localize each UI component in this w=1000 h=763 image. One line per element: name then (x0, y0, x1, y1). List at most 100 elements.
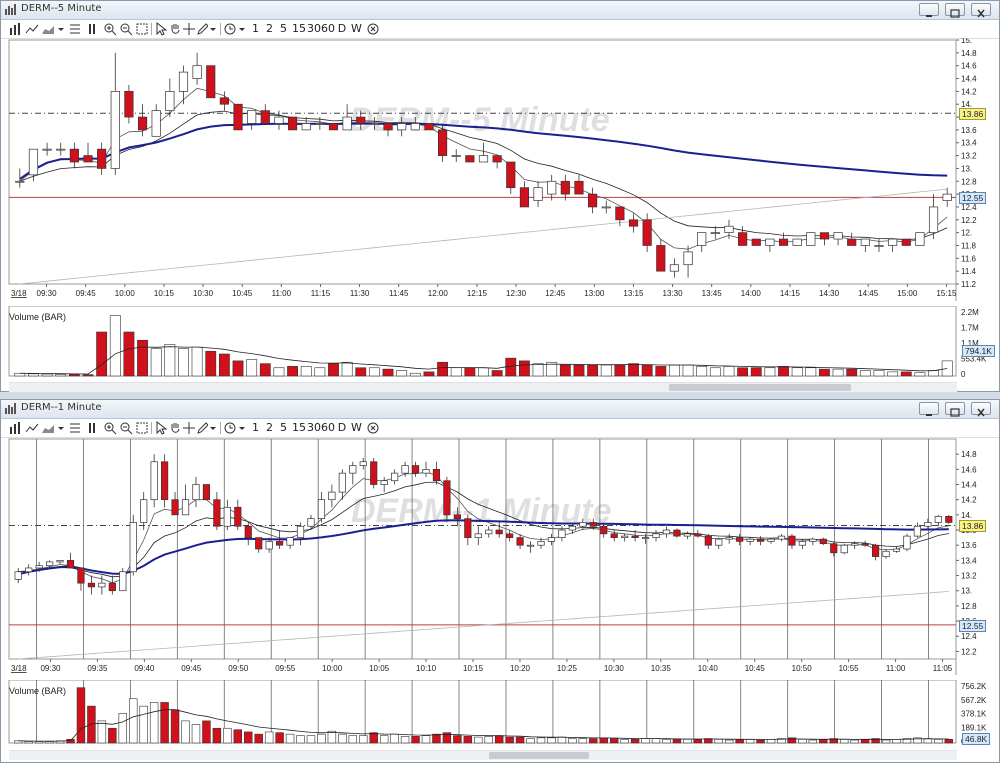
interval-daily[interactable]: D (337, 421, 347, 435)
candle-body (736, 537, 744, 542)
hand-icon[interactable] (169, 421, 181, 435)
dropdown-arrow-icon[interactable] (209, 421, 217, 435)
zoom-in-icon[interactable] (103, 22, 117, 36)
pencil-icon[interactable] (196, 22, 208, 36)
volume-bar (515, 736, 525, 744)
candle-body (792, 238, 802, 246)
volume-bar (609, 738, 619, 744)
volume-bar (518, 360, 530, 377)
candle-body (369, 123, 379, 125)
volume-bar (651, 738, 661, 744)
volume-bar (526, 738, 535, 744)
candle-body (443, 480, 451, 516)
indicators-icon[interactable] (68, 22, 82, 36)
candle-body (206, 65, 216, 99)
close-button[interactable] (971, 3, 991, 18)
interval-5[interactable]: 5 (279, 22, 288, 36)
interval-weekly[interactable]: W (351, 22, 362, 36)
interval-daily[interactable]: D (337, 22, 347, 36)
close-button[interactable] (971, 402, 991, 417)
price-tick-label: 14.2 (961, 87, 977, 96)
candle-body (788, 535, 796, 546)
volume-bar (205, 350, 217, 377)
volume-bar (900, 371, 912, 377)
interval-2[interactable]: 2 (265, 22, 274, 36)
time-tick-label: 14:45 (858, 289, 879, 298)
interval-30[interactable]: 30 (307, 421, 321, 435)
interval-30[interactable]: 30 (307, 22, 321, 36)
scrollbar-thumb[interactable] (669, 384, 851, 391)
cancel-icon[interactable] (367, 421, 380, 435)
fit-icon[interactable] (135, 421, 149, 435)
candle-body (756, 538, 765, 542)
candle-body (874, 245, 884, 247)
hand-icon[interactable] (169, 22, 181, 36)
time-tick-label: 15:00 (897, 289, 918, 298)
pencil-icon[interactable] (196, 421, 208, 435)
scrollbar-thumb[interactable] (489, 752, 589, 759)
volume-bar (34, 741, 44, 744)
candle-body (601, 206, 611, 209)
fit-icon[interactable] (135, 22, 149, 36)
indicators-icon[interactable] (68, 421, 82, 435)
pointer-icon[interactable] (155, 22, 167, 36)
maximize-button[interactable] (945, 3, 965, 18)
volume-pane[interactable]: 756.2K567.2K378.1K189.1K0 (1, 680, 999, 748)
bar-chart-icon[interactable] (9, 22, 23, 36)
interval-2[interactable]: 2 (265, 421, 274, 435)
time-tick-label: 13:45 (702, 289, 723, 298)
dropdown-arrow-icon[interactable] (238, 421, 246, 435)
area-chart-icon[interactable] (41, 22, 55, 36)
interval-1[interactable]: 1 (251, 22, 260, 36)
crosshair-icon[interactable] (183, 421, 195, 435)
candle-body (97, 148, 107, 169)
volume-pane[interactable]: 2.2M1.7M1.1M553.4K0 (1, 306, 999, 381)
candle-body (380, 480, 388, 485)
dropdown-arrow-icon[interactable] (238, 22, 246, 36)
zoom-out-icon[interactable] (119, 22, 133, 36)
line-chart-icon[interactable] (25, 421, 39, 435)
line-chart-icon[interactable] (25, 22, 39, 36)
candle-body (610, 533, 618, 538)
price-pane[interactable]: 14.814.614.414.214.13.813.613.413.213.12… (1, 437, 999, 675)
dropdown-arrow-icon[interactable] (209, 22, 217, 36)
pointer-icon[interactable] (155, 421, 167, 435)
interval-60[interactable]: 60 (321, 421, 335, 435)
volume-bar (599, 737, 608, 744)
window-titlebar[interactable]: DERM--1 Minute (1, 400, 999, 419)
zoom-in-icon[interactable] (103, 421, 117, 435)
area-chart-icon[interactable] (41, 421, 55, 435)
interval-15[interactable]: 15 (292, 421, 306, 435)
clock-icon[interactable] (224, 22, 237, 36)
volume-bar (41, 373, 53, 377)
horizontal-scrollbar[interactable] (9, 750, 957, 760)
interval-weekly[interactable]: W (351, 421, 362, 435)
pause-icon[interactable] (87, 421, 97, 435)
volume-bar (764, 367, 776, 377)
crosshair-icon[interactable] (183, 22, 195, 36)
dropdown-arrow-icon[interactable] (57, 421, 65, 435)
interval-60[interactable]: 60 (321, 22, 335, 36)
horizontal-scrollbar[interactable] (9, 382, 957, 392)
maximize-button[interactable] (945, 402, 965, 417)
candle-body (77, 567, 85, 584)
dropdown-arrow-icon[interactable] (57, 22, 65, 36)
candle-body (615, 206, 625, 221)
volume-bar (614, 364, 626, 377)
candle-body (66, 560, 75, 569)
window-titlebar[interactable]: DERM--5 Minute (1, 1, 999, 20)
minimize-button[interactable] (919, 402, 939, 416)
volume-bar (766, 739, 776, 744)
pause-icon[interactable] (87, 22, 97, 36)
zoom-out-icon[interactable] (119, 421, 133, 435)
bar-chart-icon[interactable] (9, 421, 23, 435)
interval-1[interactable]: 1 (251, 421, 260, 435)
volume-bar (559, 364, 571, 377)
interval-5[interactable]: 5 (279, 421, 288, 435)
cancel-icon[interactable] (367, 22, 380, 36)
candle-body (892, 548, 901, 552)
interval-15[interactable]: 15 (292, 22, 306, 36)
minimize-button[interactable] (919, 3, 939, 17)
price-pane[interactable]: 15.14.814.614.414.214.13.813.613.413.213… (1, 38, 999, 301)
clock-icon[interactable] (224, 421, 237, 435)
